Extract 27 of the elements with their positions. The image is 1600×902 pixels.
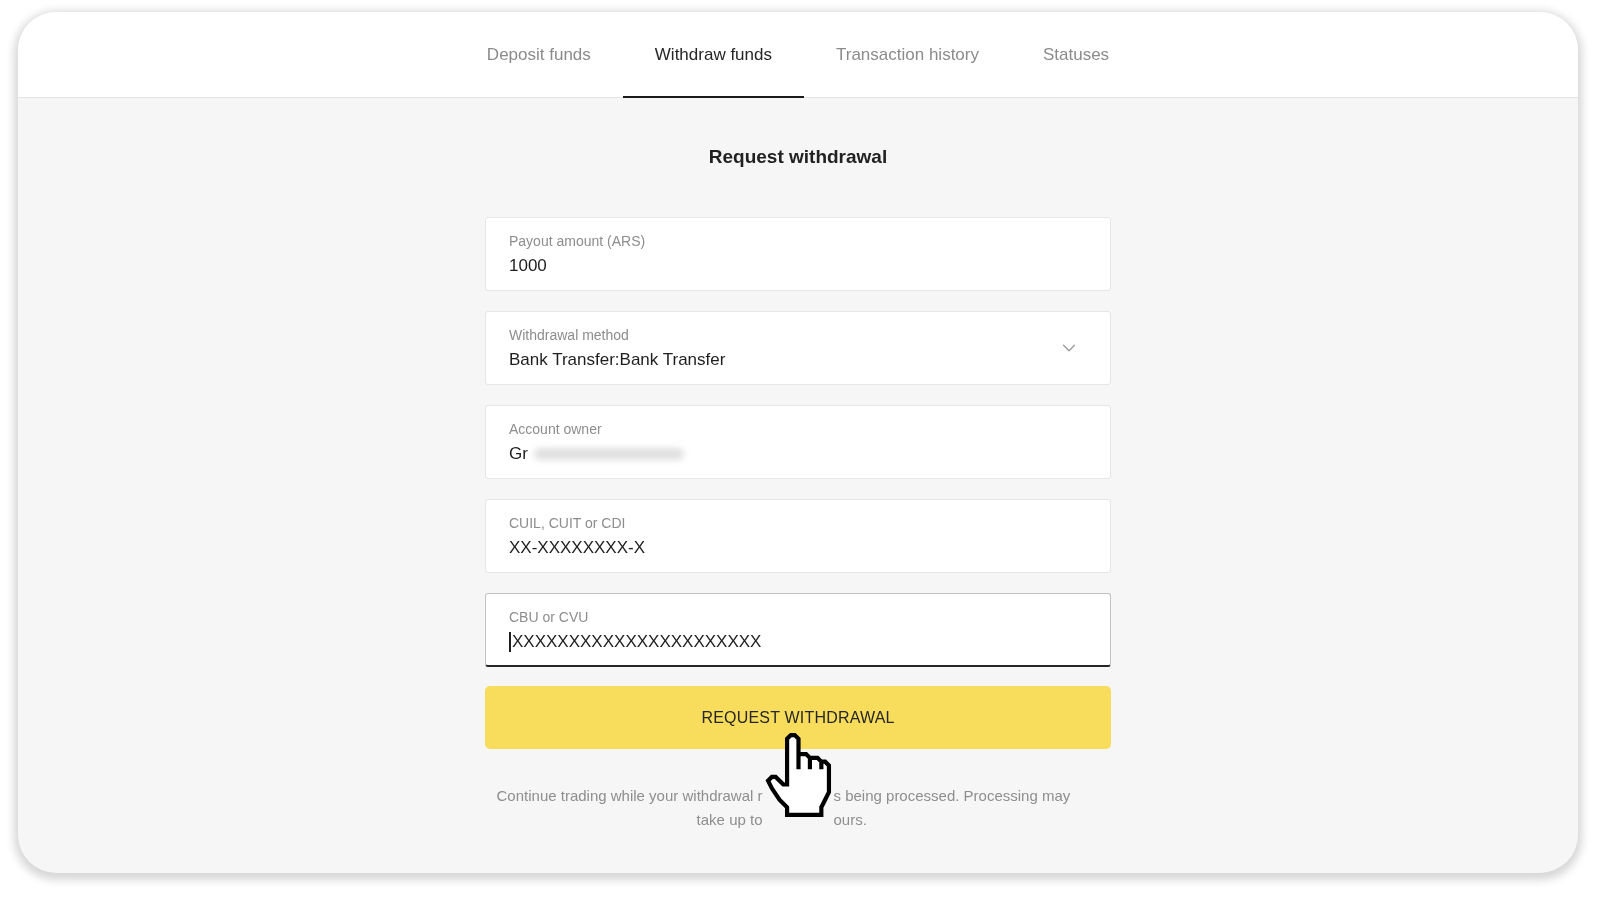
tab[interactable]: Transaction history bbox=[804, 12, 1011, 98]
notice-text: ours. bbox=[833, 810, 867, 830]
field-value: 1000 bbox=[509, 255, 547, 277]
field-value: Gr bbox=[509, 443, 528, 465]
field-label: CBU or CVU bbox=[509, 607, 589, 626]
text-field[interactable]: CUIL, CUIT or CDI XX-XXXXXXXX-X bbox=[485, 499, 1111, 573]
tab[interactable]: Deposit funds bbox=[454, 12, 623, 98]
field-label: Payout amount (ARS) bbox=[509, 232, 646, 250]
dropdown-field[interactable]: Withdrawal method Bank Transfer:Bank Transfer bbox=[485, 311, 1111, 385]
tab[interactable]: Withdraw funds bbox=[622, 12, 804, 98]
field-value: XXXXXXXXXXXXXXXXXXXXXX bbox=[512, 630, 762, 653]
notice-text: s being processed. Processing may bbox=[833, 786, 1071, 806]
tab[interactable]: Statuses bbox=[1010, 12, 1142, 98]
text-field[interactable]: Payout amount (ARS) 1000 bbox=[485, 217, 1111, 291]
field-label: Withdrawal method bbox=[509, 326, 629, 344]
text-cursor-icon bbox=[509, 631, 511, 652]
notice-text: take up to bbox=[696, 810, 763, 830]
text-field[interactable]: Account owner Gr bbox=[485, 405, 1111, 479]
field-label: Account owner bbox=[509, 420, 602, 438]
text-field[interactable]: CBU or CVU XXXXXXXXXXXXXXXXXXXXXX bbox=[485, 593, 1111, 667]
field-label: CUIL, CUIT or CDI bbox=[509, 514, 626, 532]
form-title: Request withdrawal bbox=[708, 145, 888, 169]
hand-cursor-icon bbox=[764, 732, 832, 818]
field-value: XX-XXXXXXXX-X bbox=[509, 537, 646, 559]
field-value: Bank Transfer:Bank Transfer bbox=[509, 349, 726, 371]
submit-button[interactable]: REQUEST WITHDRAWAL bbox=[485, 686, 1111, 749]
notice-text: Continue trading while your withdrawal r bbox=[496, 786, 763, 806]
